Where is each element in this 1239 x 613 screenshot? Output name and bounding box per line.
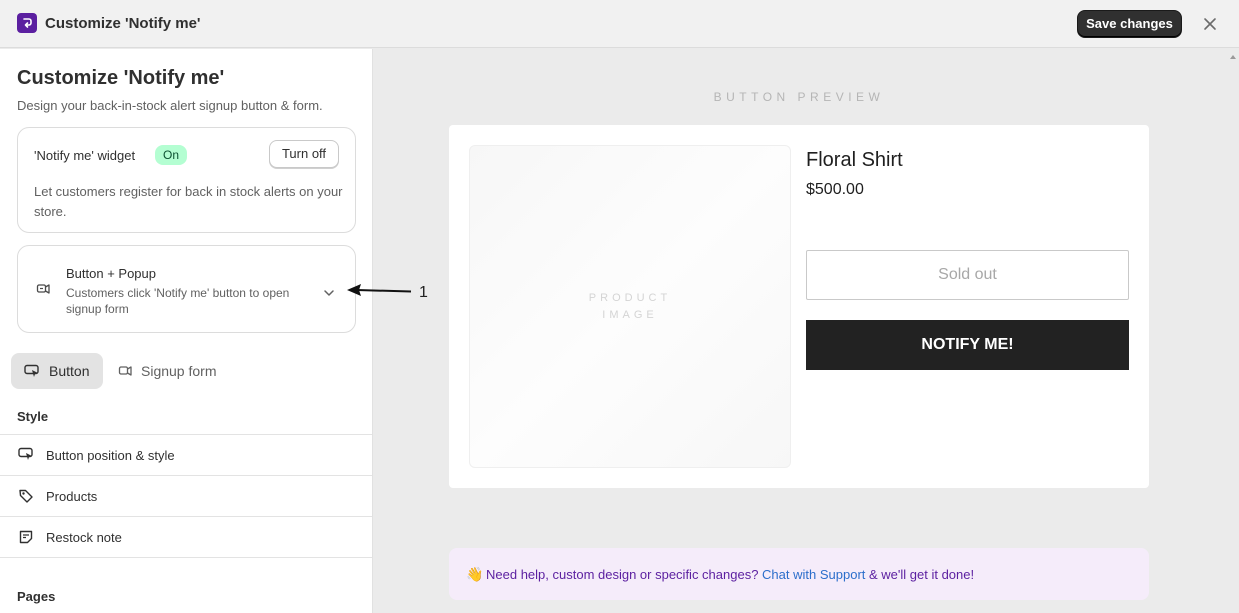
page-title: Customize 'Notify me' (17, 67, 225, 89)
style-heading: Style (17, 409, 49, 424)
widget-description: Let customers register for back in stock… (34, 184, 343, 219)
menu-item-button-position-style[interactable]: Button position & style (0, 434, 372, 475)
button-popup-icon (36, 282, 52, 301)
pages-heading: Pages (17, 589, 56, 604)
chevron-down-icon[interactable] (323, 284, 335, 302)
menu-item-products[interactable]: Products (0, 475, 372, 516)
settings-sidebar: Customize 'Notify me' Design your back-i… (0, 49, 373, 613)
product-name: Floral Shirt (806, 149, 903, 171)
tab-button-label: Button (49, 363, 90, 379)
preview-label: BUTTON PREVIEW (713, 90, 885, 104)
scroll-up-icon[interactable] (1229, 53, 1237, 61)
image-placeholder-line1: PRODUCT (588, 292, 672, 304)
title-bar: Customize 'Notify me' Save changes (0, 0, 1239, 48)
close-icon[interactable] (1201, 15, 1219, 33)
form-popup-icon (118, 366, 132, 376)
save-changes-button[interactable]: Save changes (1077, 10, 1182, 38)
image-placeholder-line2: IMAGE (602, 309, 658, 321)
help-text: Need help, custom design or specific cha… (486, 567, 763, 582)
widget-status-card: 'Notify me' widget On Turn off Let custo… (17, 127, 356, 233)
section-divider (0, 557, 372, 613)
product-price: $500.00 (806, 181, 864, 198)
note-icon (19, 530, 33, 544)
window-title: Customize 'Notify me' (45, 15, 201, 32)
page-subtitle: Design your back-in-stock alert signup b… (17, 98, 323, 113)
app-logo-icon (17, 13, 37, 33)
display-mode-selector[interactable]: Button + Popup Customers click 'Notify m… (17, 245, 356, 333)
help-banner: 👋 Need help, custom design or specific c… (449, 548, 1149, 600)
help-text-end: & we'll get it done! (865, 567, 975, 582)
mode-title: Button + Popup (66, 266, 156, 281)
product-image-placeholder: PRODUCT IMAGE (469, 145, 791, 468)
chat-support-link[interactable]: Chat with Support (762, 567, 865, 582)
menu-item-label: Button position & style (46, 448, 175, 463)
wave-emoji-icon: 👋 (466, 566, 484, 582)
mode-description: Customers click 'Notify me' button to op… (66, 286, 290, 316)
menu-item-label: Restock note (46, 530, 122, 545)
tab-signup-form-label: Signup form (141, 363, 217, 379)
cursor-box-icon (24, 364, 39, 377)
widget-label: 'Notify me' widget (34, 148, 136, 163)
tab-button[interactable]: Button (11, 353, 103, 389)
status-badge: On (155, 145, 188, 165)
cursor-box-icon (18, 447, 33, 460)
tag-icon (19, 489, 33, 503)
turn-off-button[interactable]: Turn off (269, 140, 339, 168)
sold-out-button[interactable]: Sold out (806, 250, 1129, 300)
menu-item-restock-note[interactable]: Restock note (0, 516, 372, 557)
notify-me-button[interactable]: NOTIFY ME! (806, 320, 1129, 370)
menu-item-label: Products (46, 489, 98, 504)
tab-signup-form[interactable]: Signup form (110, 353, 230, 389)
